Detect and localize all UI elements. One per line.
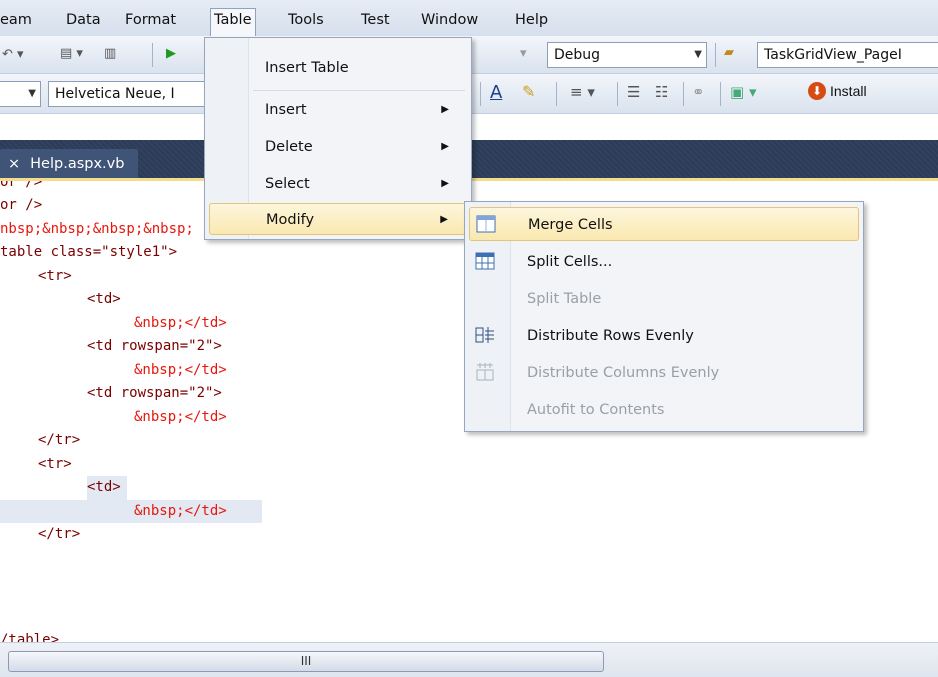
code-line: &nbsp;</td> <box>134 409 227 425</box>
menu-item-label: Insert Table <box>265 60 349 76</box>
code-line: or /> <box>0 197 43 213</box>
table-menu: Insert Table Insert ▶ Delete ▶ Select ▶ … <box>204 37 472 240</box>
align-left-icon[interactable]: ≡ ▾ <box>570 83 595 101</box>
install-button[interactable]: Install <box>830 83 867 99</box>
menu-item-label: Modify <box>266 212 315 228</box>
picture-icon[interactable]: ▣ ▾ <box>730 83 756 101</box>
toolbar-separator <box>715 43 716 67</box>
hyperlink-icon[interactable]: ⚭ <box>692 83 705 101</box>
modify-submenu: Merge Cells Split Cells... Split Table D… <box>464 201 864 432</box>
menu-item-delete[interactable]: Delete ▶ <box>209 131 467 163</box>
menu-item-distribute-rows-evenly[interactable]: Distribute Rows Evenly <box>469 319 859 353</box>
code-line: /table> <box>0 632 60 642</box>
menu-help[interactable]: Help <box>512 9 551 31</box>
code-line: or /> <box>0 181 43 190</box>
menu-item-label: Merge Cells <box>528 217 613 233</box>
undo-icon[interactable]: ↶ ▾ <box>2 47 24 62</box>
code-line-selected: <td> <box>87 476 127 500</box>
find-value: TaskGridView_PageI <box>764 47 902 63</box>
menu-item-label: Distribute Columns Evenly <box>527 365 720 381</box>
code-line: <td rowspan="2"> <box>87 338 222 354</box>
submenu-arrow-icon: ▶ <box>441 141 449 152</box>
close-icon[interactable]: × <box>8 156 20 172</box>
block-format-combo[interactable]: ▼ <box>0 81 41 107</box>
font-name-value: Helvetica Neue, I <box>55 86 175 102</box>
configuration-value: Debug <box>554 47 601 63</box>
menu-item-insert-table[interactable]: Insert Table <box>209 52 467 84</box>
menu-item-label: Insert <box>265 102 307 118</box>
toolbar-separator <box>480 82 481 106</box>
menu-item-insert[interactable]: Insert ▶ <box>209 94 467 126</box>
submenu-arrow-icon: ▶ <box>441 104 449 115</box>
submenu-arrow-icon: ▶ <box>441 178 449 189</box>
menu-item-label: Split Cells... <box>527 254 613 270</box>
menu-item-label: Autofit to Contents <box>527 402 665 418</box>
toolbar-separator <box>556 82 557 106</box>
scrollbar-thumb[interactable]: III <box>8 651 604 672</box>
menu-item-label: Select <box>265 176 310 192</box>
menu-item-split-cells[interactable]: Split Cells... <box>469 245 859 279</box>
menu-bar: eam Data Format Table Tools Test Window … <box>0 0 938 36</box>
font-name-combo[interactable]: Helvetica Neue, I <box>48 81 208 107</box>
copy-icon[interactable]: ▥ <box>104 46 116 61</box>
chevron-down-icon: ▼ <box>28 88 36 99</box>
scrollbar-grip: III <box>300 654 312 668</box>
toolbar-separator <box>617 82 618 106</box>
code-line: </tr> <box>38 526 81 542</box>
tab-label: Help.aspx.vb <box>30 156 125 172</box>
save-icon[interactable]: ▤ ▾ <box>60 46 83 61</box>
distribute-rows-icon <box>475 327 494 343</box>
menu-tools[interactable]: Tools <box>285 9 327 31</box>
code-line: table class="style1"> <box>0 244 178 260</box>
chevron-down-icon: ▼ <box>694 49 702 60</box>
split-cells-icon <box>475 252 495 270</box>
font-color-icon[interactable]: A <box>490 82 502 103</box>
code-line: nbsp;&nbsp;&nbsp;&nbsp; <box>0 221 194 237</box>
find-in-files-icon[interactable]: ▰ <box>724 45 734 60</box>
code-line: </tr> <box>38 432 81 448</box>
distribute-columns-icon <box>476 363 494 381</box>
install-icon: ⬇ <box>808 82 826 100</box>
code-line-selected: &nbsp;</td> <box>134 503 227 519</box>
code-line: <td rowspan="2"> <box>87 385 222 401</box>
tab-help-aspx-vb[interactable]: × Help.aspx.vb <box>0 149 139 179</box>
menu-separator <box>253 90 465 91</box>
numbered-list-icon[interactable]: ☷ <box>655 83 668 101</box>
menu-format[interactable]: Format <box>122 9 179 31</box>
menu-item-label: Delete <box>265 139 313 155</box>
menu-item-label: Split Table <box>527 291 602 307</box>
menu-item-label: Distribute Rows Evenly <box>527 328 694 344</box>
toolbar-separator <box>720 82 721 106</box>
menu-window[interactable]: Window <box>418 9 481 31</box>
merge-cells-icon <box>476 215 496 233</box>
highlight-color-icon[interactable]: ✎ <box>522 82 535 101</box>
menu-item-select[interactable]: Select ▶ <box>209 168 467 200</box>
menu-test[interactable]: Test <box>358 9 393 31</box>
solution-configuration-combo[interactable]: Debug ▼ <box>547 42 707 68</box>
menu-item-distribute-columns-evenly[interactable]: Distribute Columns Evenly <box>469 356 859 390</box>
dropdown-arrow-icon[interactable]: ▾ <box>520 46 527 61</box>
menu-data[interactable]: Data <box>63 9 104 31</box>
submenu-arrow-icon: ▶ <box>440 214 448 225</box>
menu-table[interactable]: Table <box>210 8 256 36</box>
bullet-list-icon[interactable]: ☰ <box>627 83 640 101</box>
menu-item-merge-cells[interactable]: Merge Cells <box>469 207 859 241</box>
toolbar-separator <box>152 43 153 67</box>
toolbar-separator <box>683 82 684 106</box>
code-line: <tr> <box>38 268 72 284</box>
code-line: <tr> <box>38 456 72 472</box>
horizontal-scrollbar[interactable]: III <box>0 642 938 677</box>
menu-team[interactable]: eam <box>0 9 35 31</box>
menu-item-autofit-to-contents[interactable]: Autofit to Contents <box>469 393 859 427</box>
menu-item-modify[interactable]: Modify ▶ <box>209 203 467 235</box>
menu-item-split-table[interactable]: Split Table <box>469 282 859 316</box>
code-line: <td> <box>87 291 121 307</box>
play-icon[interactable]: ▶ <box>166 46 176 61</box>
code-line: &nbsp;</td> <box>134 362 227 378</box>
code-line: &nbsp;</td> <box>134 315 227 331</box>
find-combo[interactable]: TaskGridView_PageI <box>757 42 938 68</box>
